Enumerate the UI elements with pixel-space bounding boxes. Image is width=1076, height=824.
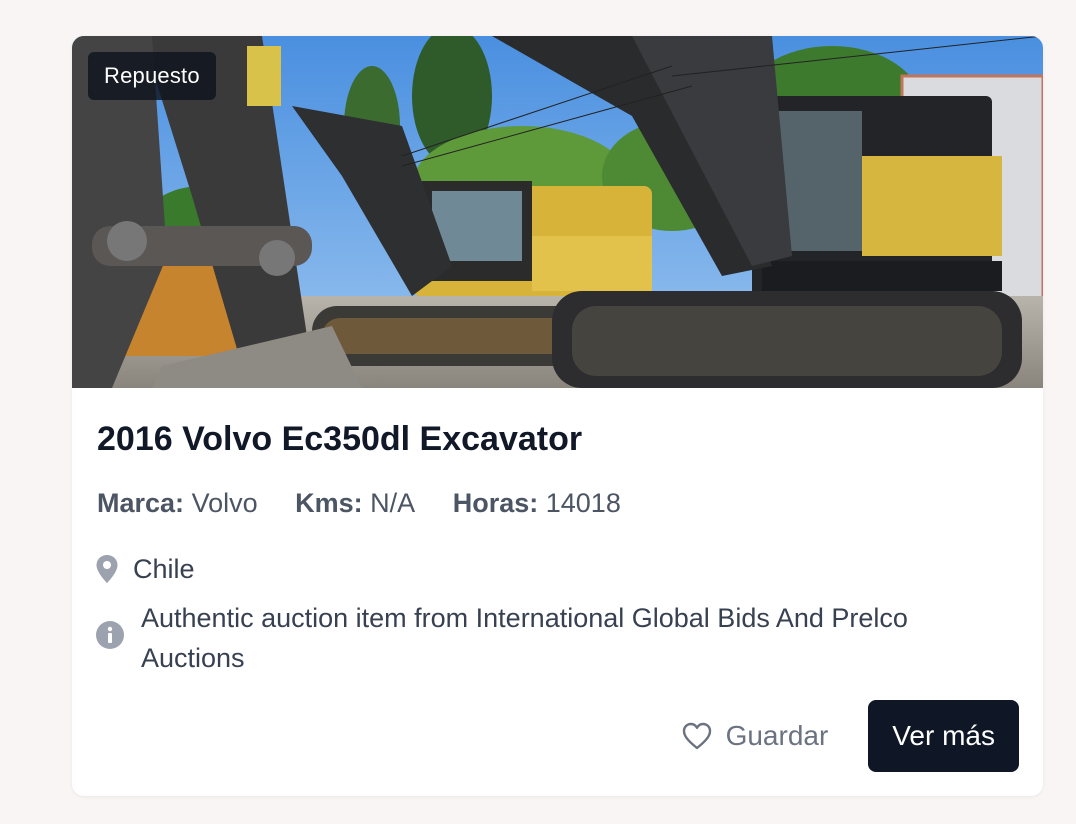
- spec-hours-value: 14018: [545, 488, 621, 518]
- save-button[interactable]: Guardar: [666, 700, 845, 772]
- location-text: Chile: [133, 553, 195, 584]
- spec-hours: Horas: 14018: [453, 488, 621, 519]
- view-more-button[interactable]: Ver más: [868, 700, 1019, 772]
- listing-title[interactable]: 2016 Volvo Ec350dl Excavator: [97, 420, 582, 459]
- spec-brand-value: Volvo: [191, 488, 258, 518]
- condition-badge: Repuesto: [88, 52, 216, 100]
- info-text: Authentic auction item from Internationa…: [141, 603, 908, 673]
- spec-row: Marca: Volvo Kms: N/A Horas: 14018: [97, 488, 651, 519]
- location-row: Chile: [95, 552, 195, 586]
- listing-card: Repuesto 2016 Volvo Ec350dl Excavator Ma…: [72, 36, 1043, 796]
- card-actions: Guardar Ver más: [666, 700, 1019, 772]
- spec-brand: Marca: Volvo: [97, 488, 258, 519]
- save-label: Guardar: [725, 720, 829, 751]
- spec-kms-label: Kms:: [295, 488, 363, 518]
- spec-kms-value: N/A: [370, 488, 416, 518]
- spec-brand-label: Marca:: [97, 488, 185, 518]
- spec-hours-label: Horas:: [452, 488, 539, 518]
- info-circle-icon: [96, 621, 124, 649]
- info-row: Authentic auction item from Internationa…: [95, 598, 995, 678]
- listing-photo[interactable]: Repuesto: [72, 36, 1043, 388]
- spec-kms: Kms: N/A: [295, 488, 415, 519]
- heart-icon: [682, 722, 711, 750]
- map-pin-icon: [96, 555, 118, 583]
